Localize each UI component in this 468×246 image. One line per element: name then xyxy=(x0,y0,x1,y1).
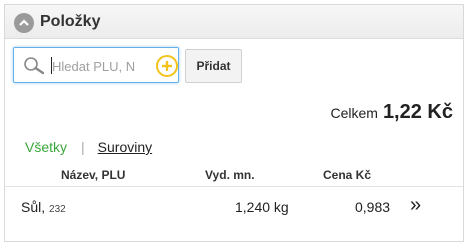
cell-quantity: 1,240 kg xyxy=(235,199,289,215)
panel-title: Položky xyxy=(40,13,101,30)
column-header-quantity: Vyd. mn. xyxy=(205,168,255,182)
total-value: 1,22 Kč xyxy=(382,101,453,123)
search-input[interactable] xyxy=(52,56,148,76)
search-icon xyxy=(24,57,45,75)
add-button[interactable]: Přidat xyxy=(185,49,242,83)
column-header-name: Název, PLU xyxy=(61,168,126,182)
panel-header: Položky xyxy=(5,5,463,39)
filter-tabs: Všetky | Suroviny xyxy=(25,139,152,155)
column-header-price: Cena Kč xyxy=(323,168,372,182)
table-header: Název, PLU Vyd. mn. Cena Kč xyxy=(5,162,463,187)
item-plu: 232 xyxy=(49,204,66,215)
items-panel: Položky Přidat Celkem 1,22 Kč Všetky | S… xyxy=(4,4,464,242)
filter-separator: | xyxy=(81,139,85,155)
plus-circle-icon[interactable] xyxy=(156,55,178,77)
search-box[interactable] xyxy=(13,47,179,83)
item-name: Sůl, xyxy=(21,199,46,215)
table-row[interactable]: Sůl, 232 1,240 kg 0,983 » xyxy=(5,193,463,223)
row-detail-arrow-icon[interactable]: » xyxy=(410,194,421,217)
total-summary: Celkem 1,22 Kč xyxy=(330,101,453,124)
total-label: Celkem xyxy=(330,105,378,121)
cell-name: Sůl, 232 xyxy=(21,199,66,215)
chevron-up-icon[interactable] xyxy=(14,13,34,33)
filter-raw-materials[interactable]: Suroviny xyxy=(98,139,152,155)
cell-price: 0,983 xyxy=(355,199,391,215)
filter-all[interactable]: Všetky xyxy=(25,139,67,155)
